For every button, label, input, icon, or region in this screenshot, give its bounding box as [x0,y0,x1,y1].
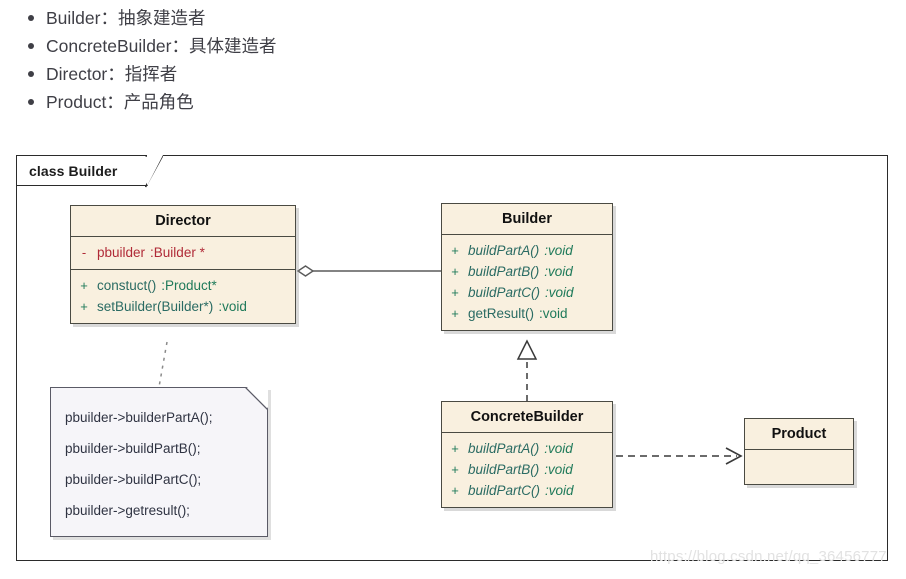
uml-class-concretebuilder[interactable]: ConcreteBuilder + buildPartA() :void + b… [441,401,613,508]
operation-row: + buildPartC() :void [442,282,612,303]
pattern-role-list: Builder：抽象建造者 ConcreteBuilder：具体建造者 Dire… [0,0,906,116]
attributes-compartment: - pbuilder :Builder * [71,237,295,270]
attribute-row: - pbuilder :Builder * [71,242,295,263]
operation-row: + constuct() :Product* [71,275,295,296]
visibility-marker: + [451,441,459,456]
member-name: buildPartA() [468,243,540,258]
operation-row: + buildPartB() :void [442,261,612,282]
uml-diagram-frame: class Builder Director - pbuilder:Build… [16,154,888,561]
class-title: Director [71,206,295,237]
class-title: ConcreteBuilder [442,402,612,433]
member-type: :void [545,483,574,498]
operations-compartment: + buildPartA() :void + buildPartB() :voi… [442,433,612,507]
visibility-marker: + [451,285,459,300]
member-name: setBuilder(Builder*) [97,299,214,314]
member-type: :void [544,264,573,279]
note-line: pbuilder->buildPartB(); [65,441,201,456]
uml-class-product[interactable]: Product [744,418,854,485]
operations-compartment: + constuct() :Product* + setBuilder(Buil… [71,270,295,323]
visibility-marker: + [80,278,88,293]
visibility-marker: + [451,306,459,321]
member-type: :void [539,306,568,321]
aggregation-connector [296,265,441,277]
operations-compartment: + buildPartA() :void + buildPartB() :voi… [442,235,612,330]
member-name: pbuilder [97,245,146,260]
member-type: :void [544,462,573,477]
operation-row: + buildPartA() :void [442,438,612,459]
list-item: Builder：抽象建造者 [28,4,906,32]
realization-connector [516,339,538,401]
visibility-marker: + [451,243,459,258]
member-name: buildPartA() [468,441,540,456]
member-name: buildPartC() [468,285,541,300]
member-type: :void [544,441,573,456]
member-name: buildPartC() [468,483,541,498]
note-fold-corner-icon [245,387,268,410]
list-item: Product：产品角色 [28,88,906,116]
note-line: pbuilder->getresult(); [65,503,190,518]
uml-note[interactable]: pbuilder->builderPartA(); pbuilder->buil… [50,386,269,537]
operation-row: + setBuilder(Builder*) :void [71,296,295,317]
diagram-frame-label-text: class Builder [29,162,118,179]
operation-row: + getResult() :void [442,303,612,324]
visibility-marker: + [451,264,459,279]
member-name: getResult() [468,306,535,321]
note-line: pbuilder->builderPartA(); [65,410,213,425]
member-type: :void [545,285,574,300]
note-line: pbuilder->buildPartC(); [65,472,202,487]
list-item: ConcreteBuilder：具体建造者 [28,32,906,60]
member-type: :Product* [161,278,217,293]
visibility-marker: + [451,462,459,477]
empty-compartment [745,450,853,484]
member-name: buildPartB() [468,462,540,477]
list-item: Director：指挥者 [28,60,906,88]
class-title: Builder [442,204,612,235]
member-type: :void [544,243,573,258]
operation-row: + buildPartB() :void [442,459,612,480]
visibility-marker: + [451,483,459,498]
diagram-frame-label: class Builder [17,154,164,188]
member-name: constuct() [97,278,157,293]
uml-class-director[interactable]: Director - pbuilder :Builder * + constuc… [70,205,296,324]
visibility-marker: + [80,299,88,314]
operation-row: + buildPartA() :void [442,240,612,261]
note-anchor-connector [158,341,168,388]
class-title: Product [745,419,853,450]
member-name: buildPartB() [468,264,540,279]
dependency-connector [616,447,743,465]
watermark: https://blog.csdn.net/qq_36456777 [650,548,887,565]
member-type: :void [218,299,247,314]
member-type: :Builder * [150,245,205,260]
visibility-marker: - [81,245,87,260]
operation-row: + buildPartC() :void [442,480,612,501]
frame-tab-slash-icon [145,156,164,188]
uml-class-builder[interactable]: Builder + buildPartA() :void + buildPart… [441,203,613,331]
